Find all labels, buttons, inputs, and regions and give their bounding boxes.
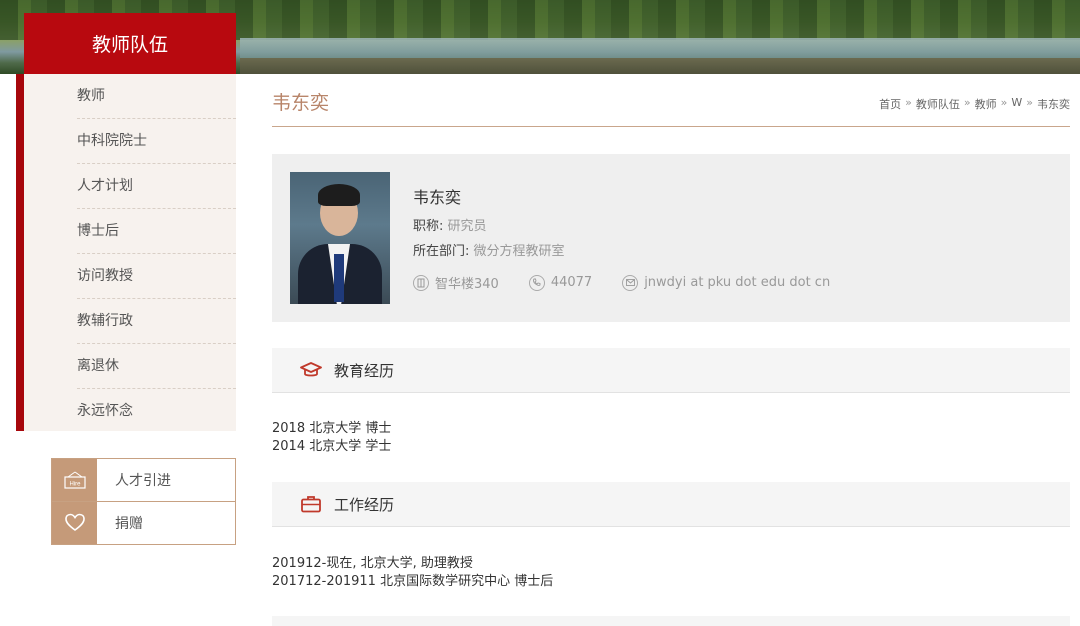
banner-shore	[240, 58, 1080, 74]
office-value: 智华楼340	[435, 277, 499, 292]
breadcrumb-home[interactable]: 首页	[879, 96, 901, 112]
sidebar-item-teachers[interactable]: 教师	[77, 74, 236, 119]
sidebar-menu: 教师 中科院院士 人才计划 博士后 访问教授 教辅行政 离退休 永远怀念	[16, 74, 236, 431]
phone-icon	[528, 274, 545, 291]
breadcrumb-separator: »	[1026, 96, 1033, 109]
breadcrumb-separator: »	[905, 96, 912, 109]
breadcrumb-separator: »	[1000, 96, 1008, 109]
sidebar-item-cas-academicians[interactable]: 中科院院士	[77, 119, 236, 164]
sidebar-item-retired[interactable]: 离退休	[77, 344, 236, 389]
contact-phone: 44077	[528, 274, 593, 291]
list-item: 2018 北京大学 博士	[272, 421, 392, 436]
sidebar-item-visiting-professor[interactable]: 访问教授	[77, 254, 236, 299]
phone-value: 44077	[550, 275, 593, 290]
graduation-cap-icon	[300, 360, 322, 380]
svg-text:Hire: Hire	[69, 482, 81, 488]
profile-title-label: 职称:	[413, 219, 444, 234]
list-item: 201712-201911 北京国际数学研究中心 博士后	[272, 574, 554, 589]
work-list: 201912-现在, 北京大学, 助理教授 201712-201911 北京国际…	[272, 555, 553, 591]
breadcrumb: 首页 » 教师队伍 » 教师 » W » 韦东奕	[879, 96, 1070, 112]
hire-sign-icon: Hire	[52, 459, 97, 501]
education-title: 教育经历	[334, 361, 395, 380]
title-divider	[272, 126, 1070, 127]
education-section-header: 教育经历	[272, 348, 1070, 393]
sidebar-title: 教师队伍	[24, 13, 236, 74]
profile-card: 韦东奕 职称: 研究员 所在部门: 微分方程教研室 智华楼340 44077 j…	[272, 154, 1070, 322]
donate-label: 捐赠	[115, 516, 143, 532]
donate-link[interactable]: 捐赠	[51, 501, 236, 545]
breadcrumb-letter-w[interactable]: W	[1011, 96, 1022, 112]
banner-lake	[240, 38, 1080, 60]
next-section-header	[272, 616, 1070, 626]
briefcase-icon	[300, 494, 322, 514]
sidebar-item-postdoc[interactable]: 博士后	[77, 209, 236, 254]
work-title: 工作经历	[334, 495, 395, 514]
list-item: 2014 北京大学 学士	[272, 439, 392, 454]
sidebar-item-in-memoriam[interactable]: 永远怀念	[77, 389, 236, 434]
contact-office: 智华楼340	[413, 273, 499, 292]
profile-title-row: 职称: 研究员	[413, 215, 487, 234]
education-list: 2018 北京大学 博士 2014 北京大学 学士	[272, 420, 391, 456]
breadcrumb-teachers[interactable]: 教师	[975, 96, 997, 112]
profile-photo	[290, 172, 390, 304]
breadcrumb-current: 韦东奕	[1037, 98, 1070, 111]
profile-dept-row: 所在部门: 微分方程教研室	[413, 240, 565, 259]
profile-dept-value: 微分方程教研室	[473, 244, 565, 259]
profile-name: 韦东奕	[413, 188, 462, 207]
work-section-header: 工作经历	[272, 482, 1070, 527]
sidebar-item-talent-program[interactable]: 人才计划	[77, 164, 236, 209]
profile-dept-label: 所在部门:	[413, 244, 470, 259]
list-item: 201912-现在, 北京大学, 助理教授	[272, 556, 473, 571]
building-icon	[413, 274, 429, 291]
sidebar-item-admin-staff[interactable]: 教辅行政	[77, 299, 236, 344]
email-value[interactable]: jnwdyi at pku dot edu dot cn	[644, 275, 830, 290]
talent-recruitment-label: 人才引进	[115, 473, 171, 489]
email-icon	[622, 274, 639, 291]
profile-title-value: 研究员	[447, 219, 487, 234]
talent-recruitment-link[interactable]: Hire 人才引进	[51, 458, 236, 502]
breadcrumb-faculty[interactable]: 教师队伍	[916, 96, 960, 112]
breadcrumb-separator: »	[963, 96, 971, 109]
profile-contacts: 智华楼340 44077 jnwdyi at pku dot edu dot c…	[413, 273, 830, 292]
page-title: 韦东奕	[272, 92, 330, 114]
heart-donate-icon	[52, 502, 97, 544]
contact-email: jnwdyi at pku dot edu dot cn	[622, 274, 830, 291]
